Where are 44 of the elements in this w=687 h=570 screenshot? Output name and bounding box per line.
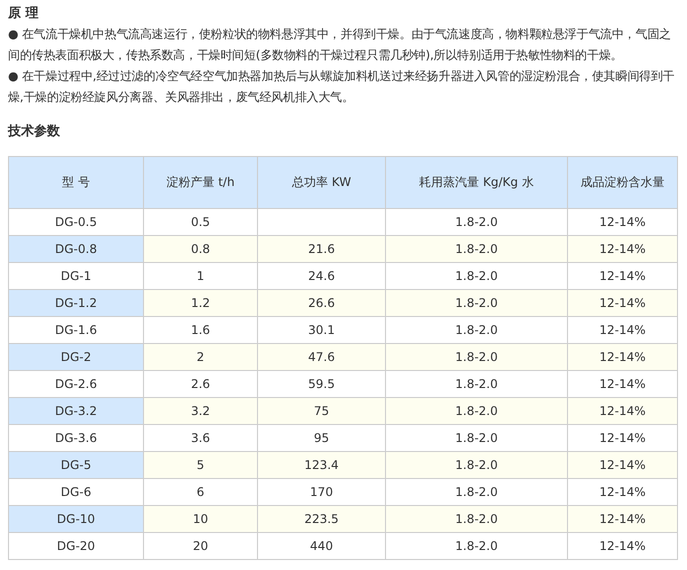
table-cell: 440	[258, 532, 386, 560]
table-cell: DG-10	[8, 506, 144, 532]
table-cell: 123.4	[258, 452, 386, 478]
section-title: 技术参数	[8, 123, 61, 141]
table-cell: 26.6	[258, 290, 386, 316]
table-cell: 2	[144, 344, 258, 370]
table-cell: DG-20	[8, 532, 144, 560]
paragraph: ● 在气流干燥机中热气流高速运行，使粉粒状的物料悬浮其中，并得到干燥。由于气流速度高，物料颗粒悬浮于气流中，气固之间的传热表面积极大，传热系数高，干燥时间短(多数物料的干燥过程只需几秒钟),所以特别适用于热敏性物料的干燥。	[8, 26, 672, 64]
table-cell: 12-14%	[568, 506, 678, 532]
table-cell: DG-3.2	[8, 398, 144, 424]
table-cell: 47.6	[258, 344, 386, 370]
table-cell: 1.8-2.0	[386, 452, 568, 478]
table-cell: 12-14%	[568, 532, 678, 560]
table-cell: 1.8-2.0	[386, 236, 568, 262]
table-cell: 1.8-2.0	[386, 506, 568, 532]
column-header: 总功率 KW	[258, 156, 386, 208]
table-cell: 12-14%	[568, 398, 678, 424]
table-cell: 20	[144, 532, 258, 560]
table-cell: 12-14%	[568, 344, 678, 370]
column-header: 成品淀粉含水量	[568, 156, 678, 208]
table-cell: 10	[144, 506, 258, 532]
table-cell: 1.8-2.0	[386, 290, 568, 316]
column-header: 淀粉产量 t/h	[144, 156, 258, 208]
table-cell: 21.6	[258, 236, 386, 262]
table-cell: 5	[144, 452, 258, 478]
table-cell: 75	[258, 398, 386, 424]
table-cell: 12-14%	[568, 452, 678, 478]
table-cell: 3.2	[144, 398, 258, 424]
table-cell: 223.5	[258, 506, 386, 532]
table-cell: 1.2	[144, 290, 258, 316]
column-header: 型 号	[8, 156, 144, 208]
table-cell: DG-5	[8, 452, 144, 478]
table-cell: DG-2	[8, 344, 144, 370]
table-cell: 0.8	[144, 236, 258, 262]
table-cell: DG-0.8	[8, 236, 144, 262]
section-title: 原 理	[8, 5, 40, 23]
table-cell: 12-14%	[568, 290, 678, 316]
column-header: 耗用蒸汽量 Kg/Kg 水	[386, 156, 568, 208]
table-cell: 1.8-2.0	[386, 532, 568, 560]
table-cell: 1.8-2.0	[386, 398, 568, 424]
table-cell: 12-14%	[568, 236, 678, 262]
table-cell: 1.8-2.0	[386, 344, 568, 370]
paragraph: ● 在干燥过程中,经过过滤的冷空气经空气加热器加热后与从螺旋加料机送过来经扬升器进入风管的湿淀粉混合，使其瞬间得到干燥,干燥的淀粉经旋风分离器、关风器排出，废气经风机排入大气。	[8, 68, 676, 106]
table-cell: DG-1.2	[8, 290, 144, 316]
